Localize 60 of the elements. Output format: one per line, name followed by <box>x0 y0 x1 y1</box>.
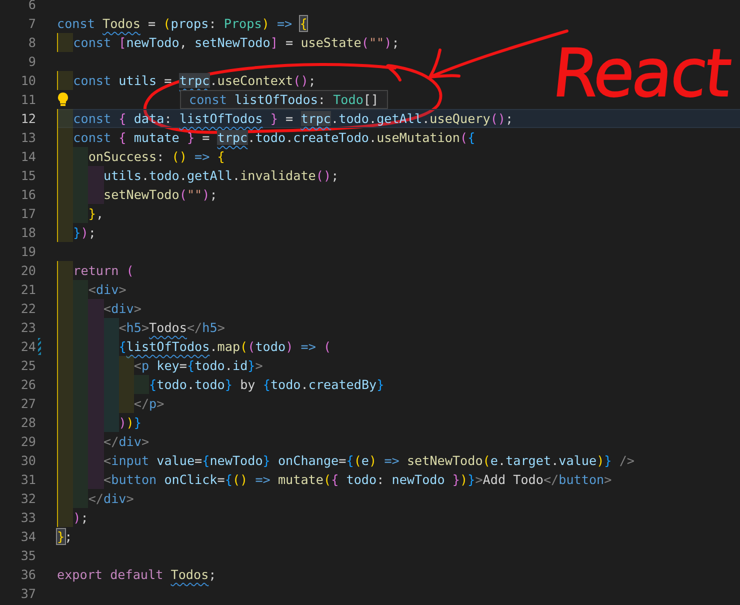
line-number: 36 <box>20 566 36 584</box>
line-number: 26 <box>20 376 36 394</box>
line-number: 16 <box>20 186 36 204</box>
code-line: const utils = trpc.useContext(); <box>57 71 316 90</box>
code-line: const [newTodo, setNewTodo] = useState(""); <box>57 33 400 52</box>
line-number: 37 <box>20 585 36 603</box>
code-line: <div> <box>57 280 126 299</box>
code-line: const Todos = (props: Props) => { <box>57 15 308 33</box>
code-line: ); <box>57 508 88 527</box>
hover-tooltip: const listOfTodos: Todo[] <box>180 90 388 109</box>
line-number: 24 <box>20 338 36 356</box>
line-number: 7 <box>27 15 36 33</box>
line-number: 10 <box>20 72 36 90</box>
line-number: 23 <box>20 319 36 337</box>
code-line: return ( <box>57 261 134 280</box>
line-number: 31 <box>20 471 36 489</box>
line-number: 32 <box>20 490 36 508</box>
line-number: 14 <box>20 148 36 166</box>
line-number: 22 <box>20 300 36 318</box>
line-number: 18 <box>20 224 36 242</box>
handwritten-annotation: React <box>548 34 734 114</box>
code-line: export default Todos; <box>57 566 216 584</box>
line-number: 17 <box>20 205 36 223</box>
code-line: <input value={newTodo} onChange={(e) => setNewTodo(e.target.value)} /> <box>57 451 635 470</box>
code-line: <p key={todo.id}> <box>57 356 263 375</box>
line-number: 35 <box>20 547 36 565</box>
code-line: <div> <box>57 299 142 318</box>
line-number: 28 <box>20 414 36 432</box>
line-number: 33 <box>20 509 36 527</box>
line-number: 29 <box>20 433 36 451</box>
code-line: }); <box>57 223 96 242</box>
code-line: }; <box>57 528 72 546</box>
line-number: 20 <box>20 262 36 280</box>
line-number: 11 <box>20 91 36 109</box>
code-line: </div> <box>57 489 134 508</box>
code-line: <button onClick={() => mutate({ todo: newTodo })}>Add Todo</button> <box>57 470 612 489</box>
code-line: }, <box>57 204 104 223</box>
line-number: 9 <box>27 53 36 71</box>
code-line: setNewTodo(""); <box>57 185 218 204</box>
line-number: 8 <box>27 34 36 52</box>
code-line: </div> <box>57 432 150 451</box>
code-line: {todo.todo} by {todo.createdBy} <box>57 375 384 394</box>
code-line: <h5>Todos</h5> <box>57 318 225 337</box>
code-line: ))} <box>57 413 142 432</box>
line-number: 15 <box>20 167 36 185</box>
code-line: onSuccess: () => { <box>57 147 225 166</box>
line-number: 30 <box>20 452 36 470</box>
line-number: 19 <box>20 243 36 261</box>
line-number: 34 <box>20 528 36 546</box>
line-number: 25 <box>20 357 36 375</box>
code-line: {listOfTodos.map((todo) => ( <box>57 337 332 356</box>
code-line: </p> <box>57 394 164 413</box>
line-number: 6 <box>27 0 36 14</box>
code-line: utils.todo.getAll.invalidate(); <box>57 166 339 185</box>
line-number: 12 <box>20 110 36 128</box>
lightbulb-icon[interactable] <box>57 92 69 107</box>
code-line: const { mutate } = trpc.todo.createTodo.useMutation({ <box>57 128 476 147</box>
line-number: 27 <box>20 395 36 413</box>
line-number: 13 <box>20 129 36 147</box>
line-number: 21 <box>20 281 36 299</box>
